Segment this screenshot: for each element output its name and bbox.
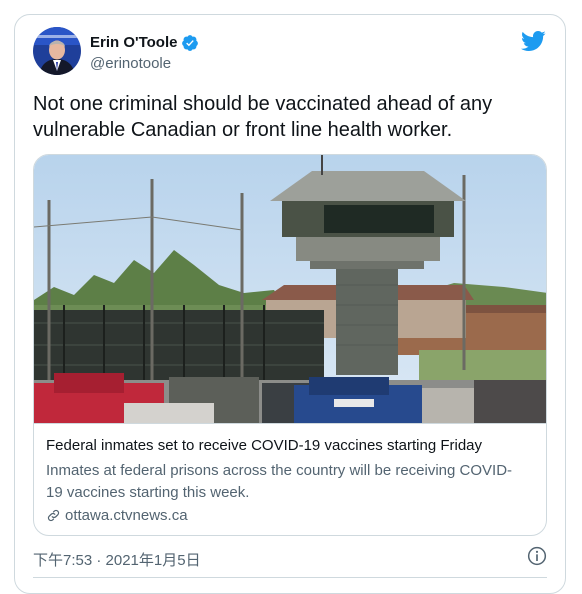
- card-image[interactable]: [34, 155, 547, 423]
- card-domain[interactable]: ottawa.ctvnews.ca: [65, 507, 188, 524]
- card-description[interactable]: Inmates at federal prisons across the co…: [46, 460, 516, 504]
- author-name[interactable]: Erin O'Toole: [90, 34, 177, 51]
- tweet-timestamp[interactable]: 下午7:53 · 2021年1月5日: [33, 549, 201, 570]
- card-title[interactable]: Federal inmates set to receive COVID-19 …: [46, 437, 482, 454]
- avatar-image: [33, 27, 81, 75]
- card-link-row[interactable]: ottawa.ctvnews.ca: [46, 507, 188, 524]
- author-handle[interactable]: @erinotoole: [90, 55, 171, 72]
- link-icon: [47, 509, 60, 522]
- card-divider: [34, 423, 546, 424]
- divider: [33, 577, 547, 578]
- tweet-text: Not one criminal should be vaccinated ah…: [33, 93, 493, 141]
- twitter-bird-icon[interactable]: [520, 30, 546, 52]
- link-card[interactable]: Federal inmates set to receive COVID-19 …: [33, 154, 547, 536]
- info-icon[interactable]: [527, 546, 547, 566]
- avatar[interactable]: [33, 27, 81, 75]
- verified-badge-icon: [182, 35, 198, 51]
